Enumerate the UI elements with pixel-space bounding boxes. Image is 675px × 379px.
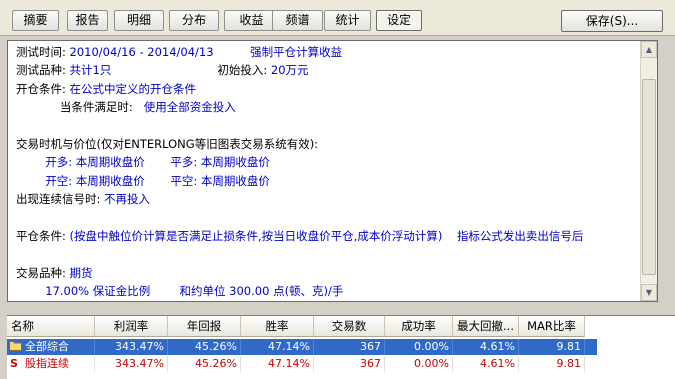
report-label (145, 155, 171, 169)
report-value: 20万元 (270, 63, 309, 78)
report-line (16, 117, 636, 135)
report-line (16, 245, 636, 263)
report-label: 当条件满足时: (16, 100, 144, 115)
report-value: 在公式中定义的开仓条件 (69, 81, 197, 96)
table-cell: 0.00% (385, 339, 453, 355)
report-label (214, 45, 251, 59)
row-name-label: 全部综合 (25, 340, 69, 353)
tab-1[interactable]: 报告 (67, 10, 108, 31)
vertical-scrollbar[interactable]: ▲ ▼ (640, 41, 657, 301)
scroll-thumb[interactable] (642, 79, 656, 275)
report-label (16, 174, 45, 188)
report-line: 交易品种: 期货 (16, 264, 636, 282)
report-label: 测试时间: (16, 45, 70, 59)
column-header[interactable]: 年回报 (168, 316, 241, 337)
table-row[interactable]: 全部综合 343.47% 45.26% 47.14% 367 0.00% 4.61% 9.81 (7, 339, 597, 355)
column-header[interactable]: 交易数 (314, 316, 385, 337)
report-line: 交易时机与价位(仅对ENTERLONG等旧图表交易系统有效): (16, 135, 636, 153)
report-value: 共计1只 (69, 63, 112, 78)
tab-0[interactable]: 摘要 (12, 10, 59, 31)
column-header[interactable]: 名称 (7, 316, 95, 337)
tab-3[interactable]: 分布 (169, 10, 219, 31)
table-cell: 367 (314, 356, 385, 372)
report-value: 平空: 本周期收盘价 (170, 173, 270, 188)
save-button[interactable]: 保存(S)... (561, 10, 663, 32)
scroll-down-icon[interactable]: ▼ (641, 284, 657, 301)
table-cell: 0.00% (385, 356, 453, 372)
table-cell: 45.26% (168, 356, 241, 372)
s-icon: S (9, 357, 22, 370)
report-label: 开仓条件: (16, 81, 70, 96)
splitter[interactable] (0, 306, 675, 314)
table-cell: 367 (314, 339, 385, 355)
report-label (16, 155, 45, 169)
report-line: 开空: 本周期收盘价 平空: 本周期收盘价 (16, 172, 636, 190)
row-name: 全部综合 (7, 339, 95, 355)
report-label: 初始投入: (111, 63, 271, 78)
table-cell: 9.81 (519, 339, 585, 355)
results-grid: 名称 利润率 年回报 胜率 交易数 成功率 最大回撤... MAR比率 全部综合 343.47%… (7, 315, 675, 379)
report-value: 期货 (69, 265, 93, 280)
folder-icon (9, 340, 22, 351)
row-name-label: 股指连续 (25, 357, 69, 370)
column-header[interactable]: MAR比率 (519, 316, 585, 337)
tab-4[interactable]: 收益 (224, 10, 279, 31)
report-line: 交易费用: 根据成交量 (16, 300, 636, 301)
toolbar: 摘要 报告 明细 分布 收益 频谱 统计 设定 保存(S)... (0, 0, 675, 36)
report-line: 开多: 本周期收盘价 平多: 本周期收盘价 (16, 153, 636, 171)
table-cell: 4.61% (453, 356, 519, 372)
report-label (145, 174, 171, 188)
report-value: 强制平仓计算收益 (250, 45, 343, 59)
report-label: 出现连续信号时: (16, 192, 105, 207)
report-line: 测试品种: 共计1只 初始投入: 20万元 (16, 61, 636, 79)
tab-6[interactable]: 统计 (324, 10, 371, 31)
column-header[interactable]: 利润率 (95, 316, 168, 337)
table-cell: 47.14% (241, 339, 314, 355)
tab-7[interactable]: 设定 (376, 10, 422, 31)
report-value: 17.00% 保证金比例 (45, 284, 151, 299)
table-cell: 343.47% (95, 356, 168, 372)
report-panel[interactable]: 测试时间: 2010/04/16 - 2014/04/13 强制平仓计算收益 测试… (7, 40, 658, 302)
report-line (16, 209, 636, 227)
report-value: 开多: 本周期收盘价 (45, 155, 145, 170)
report-label: 交易时机与价位(仅对ENTERLONG等旧图表交易系统有效): (16, 136, 319, 151)
table-cell: 343.47% (95, 339, 168, 355)
report-label (150, 284, 179, 298)
table-row[interactable]: S 股指连续 343.47% 45.26% 47.14% 367 0.00% 4.61% 9.8… (7, 356, 597, 372)
report-text: 测试时间: 2010/04/16 - 2014/04/13 强制平仓计算收益 测试… (16, 43, 636, 301)
column-header[interactable]: 胜率 (241, 316, 314, 337)
report-line: 平仓条件: (按盘中触位价计算是否满足止损条件,按当日收盘价平仓,成本价浮动计算… (16, 227, 636, 245)
report-value: 和约单位 300.00 点(顿、克)/手 (179, 284, 344, 299)
report-line: 出现连续信号时: 不再投入 (16, 190, 636, 208)
report-value: 使用全部资金投入 (143, 100, 236, 115)
report-value: 2010/04/16 - 2014/04/13 (69, 45, 214, 59)
column-header[interactable]: 成功率 (385, 316, 453, 337)
report-label: 交易品种: (16, 265, 70, 280)
report-value: 平多: 本周期收盘价 (170, 155, 270, 170)
report-value: (按盘中触位价计算是否满足止损条件,按当日收盘价平仓,成本价浮动计算) 指标公式… (69, 228, 584, 243)
table-cell: 4.61% (453, 339, 519, 355)
table-cell: 45.26% (168, 339, 241, 355)
column-header[interactable]: 最大回撤... (453, 316, 519, 337)
report-label: 平仓条件: (16, 228, 70, 243)
report-line: 17.00% 保证金比例 和约单位 300.00 点(顿、克)/手 (16, 282, 636, 300)
tab-5[interactable]: 频谱 (272, 10, 323, 31)
tab-2[interactable]: 明细 (114, 10, 164, 31)
table-cell: 47.14% (241, 356, 314, 372)
report-line: 测试时间: 2010/04/16 - 2014/04/13 强制平仓计算收益 (16, 43, 636, 61)
row-name: S 股指连续 (7, 356, 95, 372)
report-line: 开仓条件: 在公式中定义的开仓条件 (16, 80, 636, 98)
scroll-up-icon[interactable]: ▲ (641, 41, 657, 58)
report-label: 测试品种: (16, 63, 70, 78)
svg-text:S: S (10, 357, 18, 368)
report-value: 开空: 本周期收盘价 (45, 173, 145, 188)
report-label (16, 284, 45, 298)
table-cell: 9.81 (519, 356, 585, 372)
report-line: 当条件满足时: 使用全部资金投入 (16, 98, 636, 116)
report-value: 不再投入 (104, 192, 151, 207)
